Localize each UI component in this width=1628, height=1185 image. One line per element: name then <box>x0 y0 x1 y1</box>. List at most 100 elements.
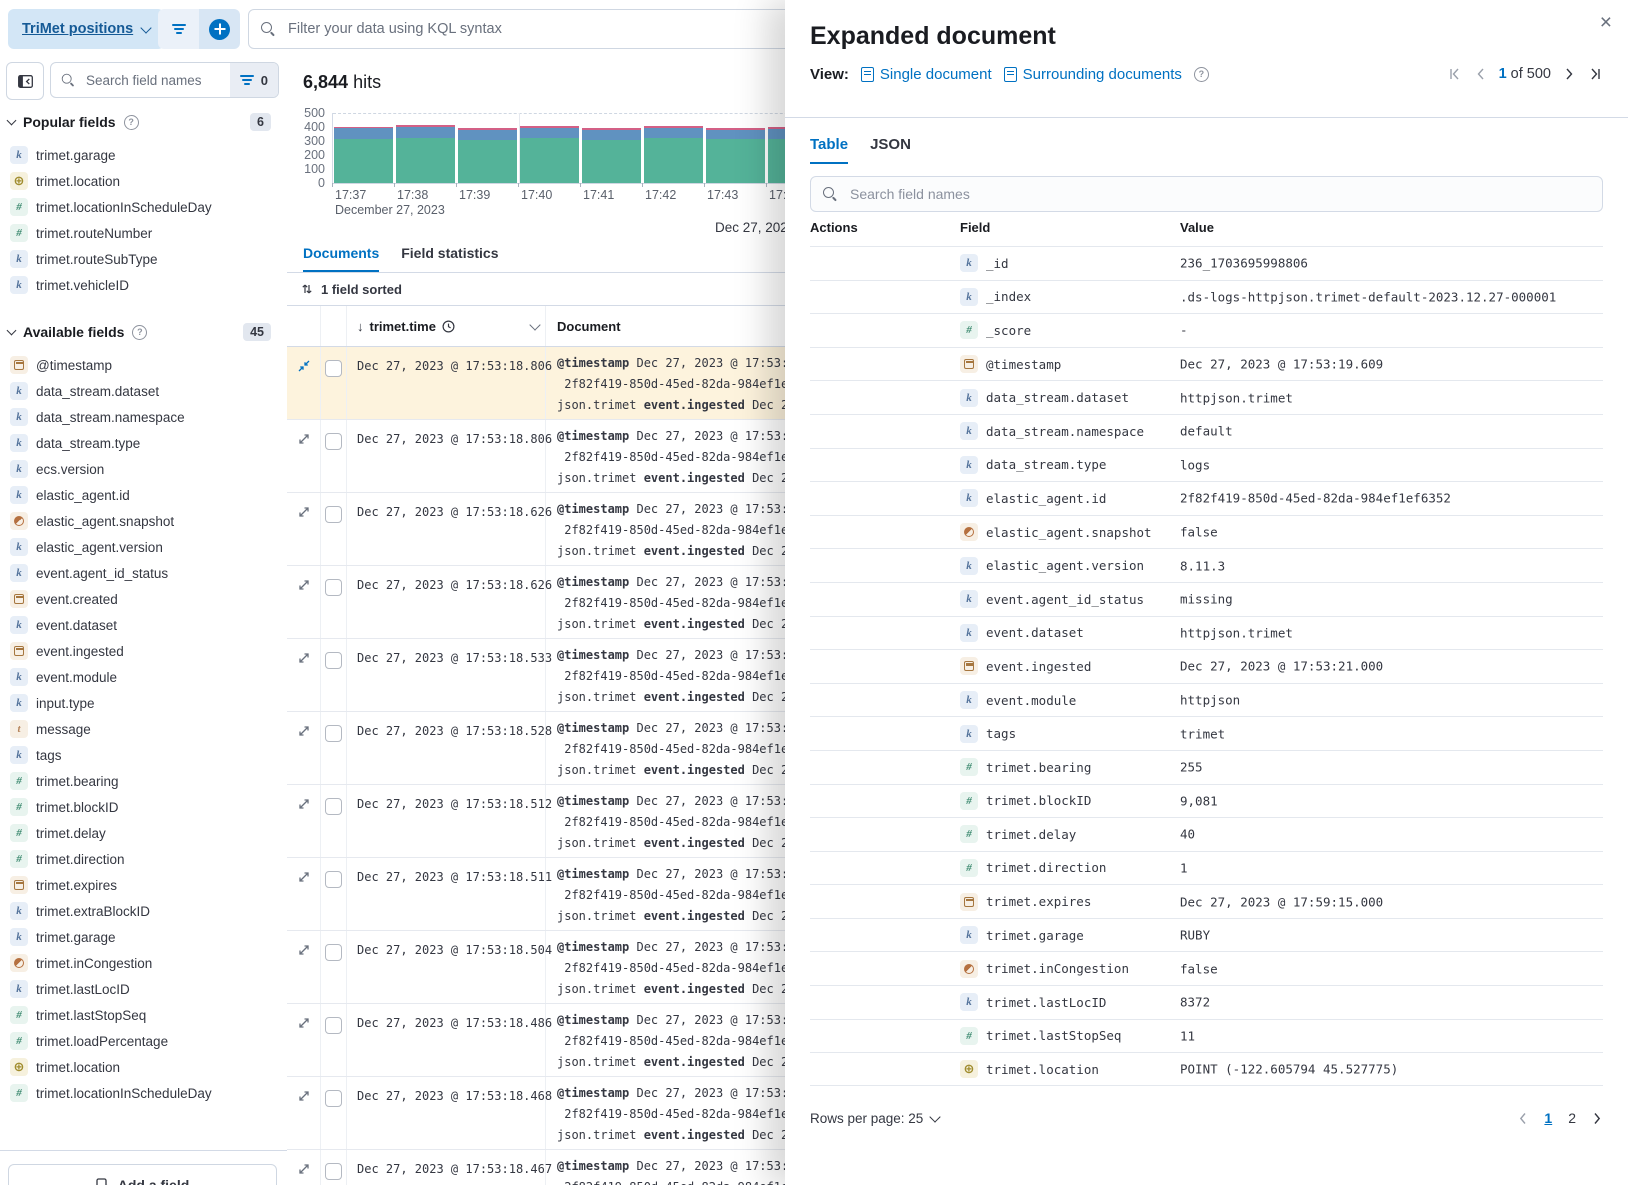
field-item[interactable]: ktrimet.routeSubType <box>8 246 279 272</box>
field-item[interactable]: kdata_stream.dataset <box>8 378 279 404</box>
field-item[interactable]: ⊕trimet.location <box>8 168 279 194</box>
row-checkbox[interactable] <box>325 1090 342 1107</box>
table-row[interactable]: Dec 27, 2023 @ 17:53:18.806@timestamp De… <box>287 347 785 420</box>
data-view-picker[interactable]: TriMet positions <box>8 9 164 49</box>
field-item[interactable]: elastic_agent.snapshot <box>8 508 279 534</box>
expand-document-button[interactable] <box>287 785 321 857</box>
table-row[interactable]: #trimet.bearing255 <box>810 750 1603 784</box>
help-icon[interactable]: ? <box>124 115 139 130</box>
close-icon[interactable]: × <box>1596 8 1616 37</box>
expand-document-button[interactable] <box>287 493 321 565</box>
table-row[interactable]: ktagstrimet <box>810 716 1603 750</box>
rows-per-page-button[interactable]: Rows per page: 25 <box>810 1111 939 1126</box>
expand-document-button[interactable] <box>287 566 321 638</box>
surrounding-documents-link[interactable]: Surrounding documents <box>1004 66 1182 83</box>
actions-column-header[interactable]: Actions <box>810 220 858 235</box>
table-row[interactable]: Dec 27, 2023 @ 17:53:18.512@timestamp De… <box>287 785 785 858</box>
value-column-header[interactable]: Value <box>1180 220 1214 235</box>
expand-document-button[interactable] <box>287 639 321 711</box>
table-row[interactable]: kdata_stream.typelogs <box>810 448 1603 482</box>
field-item[interactable]: #trimet.lastStopSeq <box>8 1002 279 1028</box>
row-checkbox[interactable] <box>325 944 342 961</box>
table-row[interactable]: Dec 27, 2023 @ 17:53:18.467@timestamp De… <box>287 1150 785 1185</box>
table-row[interactable]: #trimet.blockID9,081 <box>810 784 1603 818</box>
table-row[interactable]: Dec 27, 2023 @ 17:53:18.486@timestamp De… <box>287 1004 785 1077</box>
table-row[interactable]: Dec 27, 2023 @ 17:53:18.626@timestamp De… <box>287 493 785 566</box>
histogram-bar[interactable] <box>458 128 517 183</box>
field-item[interactable]: ⊕trimet.location <box>8 1054 279 1080</box>
field-item[interactable]: #trimet.routeNumber <box>8 220 279 246</box>
field-item[interactable]: kinput.type <box>8 690 279 716</box>
single-document-link[interactable]: Single document <box>861 66 992 83</box>
help-icon[interactable]: ? <box>1194 67 1209 82</box>
field-item[interactable]: #trimet.locationInScheduleDay <box>8 194 279 220</box>
table-row[interactable]: kevent.modulehttpjson <box>810 683 1603 717</box>
field-item[interactable]: ktags <box>8 742 279 768</box>
table-row[interactable]: elastic_agent.snapshotfalse <box>810 515 1603 549</box>
previous-document-button[interactable] <box>1474 67 1486 81</box>
table-row[interactable]: event.ingestedDec 27, 2023 @ 17:53:21.00… <box>810 649 1603 683</box>
field-item[interactable]: #trimet.direction <box>8 846 279 872</box>
table-row[interactable]: ktrimet.garageRUBY <box>810 918 1603 952</box>
table-row[interactable]: #trimet.lastStopSeq11 <box>810 1019 1603 1053</box>
histogram-bar[interactable] <box>520 126 579 183</box>
add-filter-button[interactable] <box>199 9 240 49</box>
expand-document-button[interactable] <box>287 712 321 784</box>
field-item[interactable]: tmessage <box>8 716 279 742</box>
section-header-available[interactable]: Available fields?45 <box>8 320 279 344</box>
histogram-bar[interactable] <box>582 128 641 183</box>
expand-document-button[interactable] <box>287 931 321 1003</box>
page-button-2[interactable]: 2 <box>1568 1110 1576 1126</box>
row-checkbox[interactable] <box>325 579 342 596</box>
field-item[interactable]: ktrimet.garage <box>8 142 279 168</box>
expand-document-button[interactable] <box>287 420 321 492</box>
first-document-button[interactable] <box>1447 67 1461 81</box>
field-item[interactable]: event.created <box>8 586 279 612</box>
table-row[interactable]: #trimet.delay40 <box>810 817 1603 851</box>
table-row[interactable]: kevent.agent_id_statusmissing <box>810 582 1603 616</box>
field-column-header[interactable]: Field <box>960 220 990 235</box>
field-item[interactable]: event.ingested <box>8 638 279 664</box>
flyout-field-search[interactable] <box>810 176 1603 212</box>
table-row[interactable]: kdata_stream.namespacedefault <box>810 414 1603 448</box>
expand-document-button[interactable] <box>287 1077 321 1149</box>
field-item[interactable]: ktrimet.extraBlockID <box>8 898 279 924</box>
expand-document-button[interactable] <box>287 858 321 930</box>
field-item[interactable]: #trimet.delay <box>8 820 279 846</box>
histogram-bar[interactable] <box>768 127 785 183</box>
table-row[interactable]: Dec 27, 2023 @ 17:53:18.468@timestamp De… <box>287 1077 785 1150</box>
table-row[interactable]: k_id236_1703695998806 <box>810 246 1603 280</box>
time-column-header[interactable]: ↓ trimet.time <box>347 306 546 346</box>
field-item[interactable]: #trimet.blockID <box>8 794 279 820</box>
field-item[interactable]: #trimet.loadPercentage <box>8 1028 279 1054</box>
row-checkbox[interactable] <box>325 433 342 450</box>
filter-menu-button[interactable] <box>158 9 199 49</box>
table-row[interactable]: trimet.inCongestionfalse <box>810 951 1603 985</box>
row-checkbox[interactable] <box>325 1017 342 1034</box>
row-checkbox[interactable] <box>325 871 342 888</box>
row-checkbox[interactable] <box>325 506 342 523</box>
field-item[interactable]: kevent.dataset <box>8 612 279 638</box>
histogram-bar[interactable] <box>396 125 455 183</box>
histogram-bar[interactable] <box>706 128 765 183</box>
field-item[interactable]: kdata_stream.type <box>8 430 279 456</box>
field-item[interactable]: trimet.expires <box>8 872 279 898</box>
table-row[interactable]: Dec 27, 2023 @ 17:53:18.533@timestamp De… <box>287 639 785 712</box>
document-column-header[interactable]: Document <box>546 306 785 346</box>
flyout-tab-table[interactable]: Table <box>810 136 848 164</box>
page-button-1[interactable]: 1 <box>1544 1110 1552 1126</box>
next-document-button[interactable] <box>1564 67 1576 81</box>
table-row[interactable]: #trimet.direction1 <box>810 851 1603 885</box>
table-row[interactable]: kelastic_agent.version8.11.3 <box>810 548 1603 582</box>
field-item[interactable]: kelastic_agent.version <box>8 534 279 560</box>
table-row[interactable]: Dec 27, 2023 @ 17:53:18.504@timestamp De… <box>287 931 785 1004</box>
tab-documents[interactable]: Documents <box>303 245 379 272</box>
field-item[interactable]: @timestamp <box>8 352 279 378</box>
previous-page-button[interactable] <box>1517 1112 1528 1125</box>
field-item[interactable]: ktrimet.garage <box>8 924 279 950</box>
table-row[interactable]: kdata_stream.datasethttpjson.trimet <box>810 380 1603 414</box>
table-row[interactable]: trimet.expiresDec 27, 2023 @ 17:59:15.00… <box>810 884 1603 918</box>
flyout-tab-json[interactable]: JSON <box>870 136 911 164</box>
table-row[interactable]: ⊕trimet.locationPOINT (-122.605794 45.52… <box>810 1052 1603 1086</box>
sidebar-field-search[interactable]: 0 <box>50 62 279 98</box>
